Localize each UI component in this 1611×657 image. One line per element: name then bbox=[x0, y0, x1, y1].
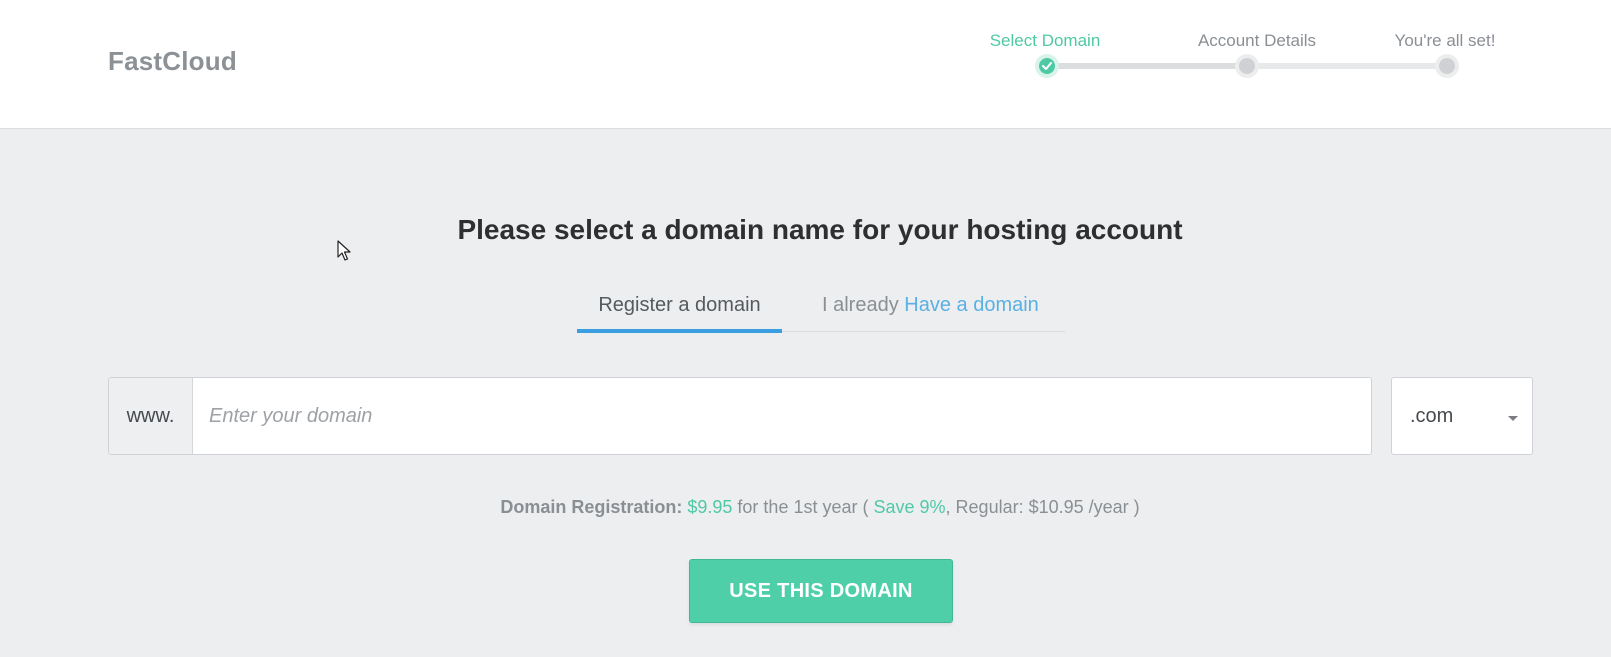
tab-have-domain-link[interactable]: Have a domain bbox=[904, 294, 1039, 316]
step-label-select-domain: Select Domain bbox=[989, 31, 1101, 50]
step-dot-all-set bbox=[1435, 54, 1459, 78]
check-icon bbox=[1042, 62, 1052, 70]
tld-select[interactable]: .com bbox=[1391, 377, 1533, 455]
pricing-info: Domain Registration: $9.95 for the 1st y… bbox=[0, 497, 1611, 518]
tld-selected-value: .com bbox=[1410, 404, 1454, 427]
tab-have-domain[interactable]: I already Have a domain bbox=[822, 290, 1065, 332]
top-header: FastCloud Select Domain Account Details … bbox=[0, 0, 1611, 129]
page-title: Please select a domain name for your hos… bbox=[457, 214, 1183, 245]
step-dot-account-details bbox=[1235, 54, 1259, 78]
pricing-period: for the 1st year ( bbox=[737, 497, 869, 517]
pricing-regular: , Regular: $10.95 /year ) bbox=[945, 497, 1140, 517]
tab-have-domain-prefix: I already bbox=[822, 294, 899, 316]
progress-steps: Select Domain Account Details You're all… bbox=[0, 0, 1611, 129]
www-prefix: www. bbox=[109, 378, 193, 454]
mouse-pointer-icon bbox=[337, 240, 351, 261]
caret-down-icon bbox=[1508, 416, 1518, 421]
step-label-all-set: You're all set! bbox=[1394, 31, 1496, 50]
step-dot-select-domain bbox=[1035, 54, 1059, 78]
pricing-save: Save 9% bbox=[873, 497, 946, 517]
step-track-2 bbox=[1248, 63, 1448, 69]
pricing-price: $9.95 bbox=[687, 497, 733, 517]
step-track-1 bbox=[1048, 63, 1248, 69]
tab-register-domain[interactable]: Register a domain bbox=[577, 290, 782, 333]
step-label-account-details: Account Details bbox=[1197, 31, 1317, 50]
pricing-label: Domain Registration: bbox=[500, 497, 683, 517]
domain-input[interactable] bbox=[193, 378, 1371, 454]
domain-input-group: www. bbox=[108, 377, 1372, 455]
use-this-domain-button[interactable]: USE THIS DOMAIN bbox=[689, 559, 953, 623]
domain-tabs: Register a domain I already Have a domai… bbox=[577, 290, 1065, 333]
